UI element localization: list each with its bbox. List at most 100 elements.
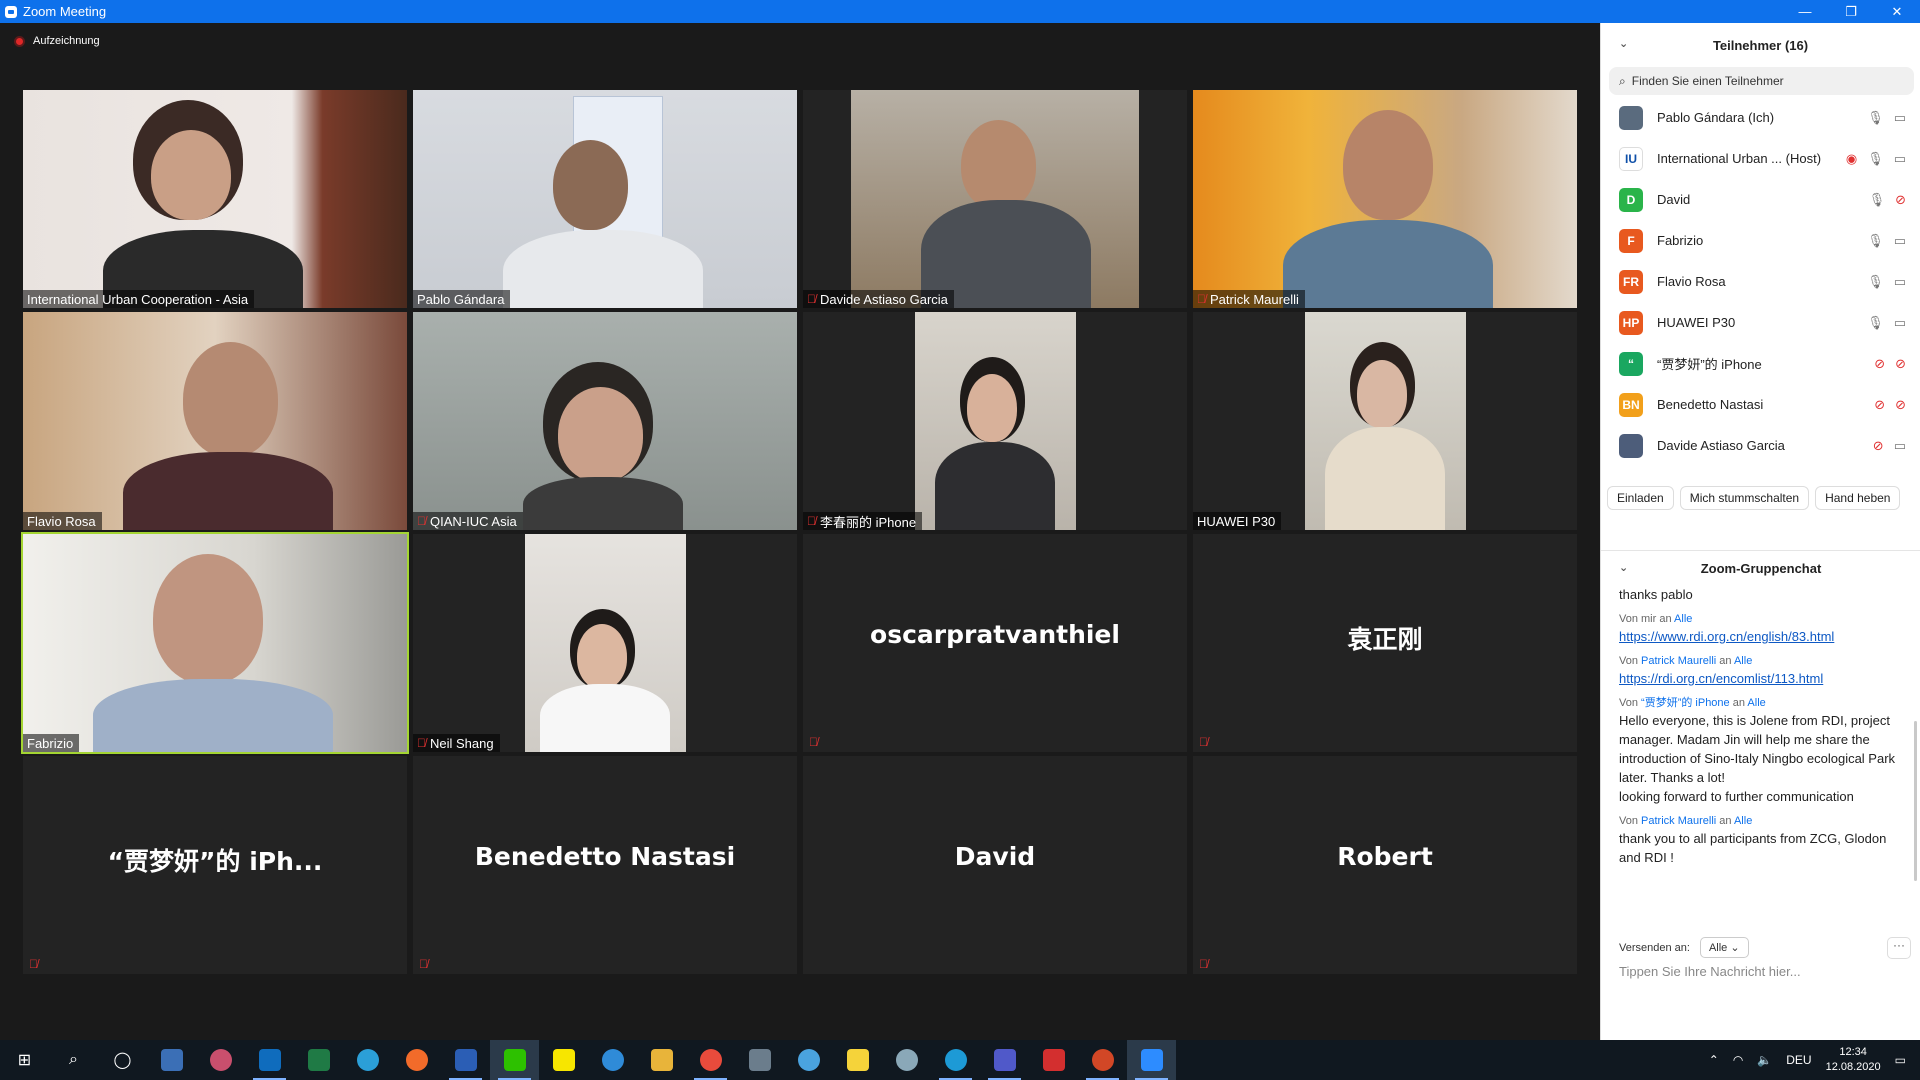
camera-off-icon[interactable]: ⊘ <box>1895 356 1906 372</box>
mic-icon[interactable]: 🎙 <box>1867 110 1884 126</box>
camera-off-icon[interactable]: ⊘ <box>1895 192 1906 208</box>
task-view-icon[interactable]: ◯ <box>98 1040 147 1080</box>
participant-row[interactable]: Davide Astiaso Garcia ⊘ ▭ <box>1601 425 1920 466</box>
video-tile-no-video[interactable]: Robert 🎙̸ <box>1193 756 1577 974</box>
camera-icon[interactable]: ▭ <box>1894 315 1906 331</box>
video-tile-no-video[interactable]: David <box>803 756 1187 974</box>
participant-row[interactable]: “ “贾梦妍”的 iPhone ⊘ ⊘ <box>1601 343 1920 384</box>
participant-row[interactable]: HP HUAWEI P30 🎙 ▭ <box>1601 302 1920 343</box>
video-tile[interactable]: Flavio Rosa <box>23 312 407 530</box>
kakaotalk-icon[interactable] <box>539 1040 588 1080</box>
video-tile[interactable]: Pablo Gándara <box>413 90 797 308</box>
mute-me-button[interactable]: Mich stummschalten <box>1679 486 1810 510</box>
pdf-icon[interactable] <box>1029 1040 1078 1080</box>
chat-scrollbar[interactable] <box>1914 721 1917 881</box>
wechat-icon[interactable] <box>490 1040 539 1080</box>
participant-row[interactable]: IU International Urban ... (Host) ◉ 🎙 ▭ <box>1601 138 1920 179</box>
participant-row[interactable]: Pablo Gándara (Ich) 🎙 ▭ <box>1601 97 1920 138</box>
restore-button[interactable]: ❐ <box>1828 0 1874 23</box>
camera-icon[interactable]: ▭ <box>1894 274 1906 290</box>
mic-icon[interactable]: 🎙 <box>1867 274 1884 290</box>
mic-icon[interactable]: 🎙 <box>1869 192 1886 208</box>
zoom-icon[interactable] <box>1127 1040 1176 1080</box>
send-to-select[interactable]: Alle ⌄ <box>1699 937 1749 958</box>
participant-row[interactable]: FR Flavio Rosa 🎙 ▭ <box>1601 261 1920 302</box>
invite-button[interactable]: Einladen <box>1607 486 1674 510</box>
camera-icon[interactable]: ▭ <box>1894 110 1906 126</box>
volume-icon[interactable]: 🔈 <box>1757 1053 1772 1067</box>
camera-icon[interactable]: ▭ <box>1894 438 1906 454</box>
search-input[interactable]: Finden Sie einen Teilnehmer <box>1632 74 1784 88</box>
close-button[interactable]: ✕ <box>1874 0 1920 23</box>
mic-icon[interactable]: 🎙 <box>1867 233 1884 249</box>
mic-muted-icon[interactable]: ⊘ <box>1874 397 1885 413</box>
video-tile[interactable]: International Urban Cooperation - Asia <box>23 90 407 308</box>
minimize-button[interactable]: — <box>1782 0 1828 23</box>
app-icon[interactable] <box>735 1040 784 1080</box>
video-feed <box>525 534 686 752</box>
app-icon[interactable] <box>882 1040 931 1080</box>
chrome-icon[interactable] <box>686 1040 735 1080</box>
raise-hand-button[interactable]: Hand heben <box>1815 486 1901 510</box>
video-gallery: Aufzeichnung International Urban Coopera… <box>0 23 1600 1040</box>
chat-input[interactable]: Tippen Sie Ihre Nachricht hier... <box>1619 964 1801 979</box>
clock[interactable]: 12:34 12.08.2020 <box>1826 1045 1881 1075</box>
video-tile-no-video[interactable]: “贾梦妍”的 iPh... 🎙̸ <box>23 756 407 974</box>
notifications-icon[interactable]: ▭ <box>1895 1053 1906 1067</box>
teams-icon[interactable] <box>980 1040 1029 1080</box>
app-icon[interactable] <box>196 1040 245 1080</box>
video-tile[interactable]: 🎙̸ Patrick Maurelli <box>1193 90 1577 308</box>
collapse-chevron-icon[interactable]: ⌄ <box>1619 37 1628 50</box>
chevron-up-icon[interactable]: ⌃ <box>1709 1053 1719 1067</box>
network-app-icon[interactable] <box>784 1040 833 1080</box>
collapse-chevron-icon[interactable]: ⌄ <box>1619 561 1628 574</box>
start-icon[interactable]: ⊞ <box>0 1040 49 1080</box>
language-indicator[interactable]: DEU <box>1786 1053 1811 1067</box>
more-options-icon[interactable]: ··· <box>1887 937 1911 959</box>
avatar: F <box>1619 228 1643 253</box>
excel-icon[interactable] <box>294 1040 343 1080</box>
recording-indicator[interactable]: Aufzeichnung <box>14 35 100 47</box>
chat-link[interactable]: https://rdi.org.cn/encomlist/113.html <box>1619 671 1823 686</box>
edge-icon[interactable] <box>343 1040 392 1080</box>
firefox-icon[interactable] <box>392 1040 441 1080</box>
chat-sender: Von Patrick Maurelli an Alle <box>1619 655 1753 667</box>
meeting-app-icon[interactable] <box>588 1040 637 1080</box>
video-tile-no-video[interactable]: 袁正刚 🎙̸ <box>1193 534 1577 752</box>
sticky-notes-icon[interactable] <box>833 1040 882 1080</box>
camera-off-icon[interactable]: ⊘ <box>1895 397 1906 413</box>
video-tile[interactable]: 🎙̸ QIAN-IUC Asia <box>413 312 797 530</box>
participant-display-name: Robert <box>1337 842 1433 871</box>
store-icon[interactable] <box>147 1040 196 1080</box>
chat-sender: Von mir an Alle <box>1619 613 1693 625</box>
mic-muted-icon[interactable]: ⊘ <box>1874 356 1885 372</box>
skype-icon[interactable] <box>931 1040 980 1080</box>
avatar <box>1619 105 1643 130</box>
camera-icon[interactable]: ▭ <box>1894 151 1906 167</box>
chat-link[interactable]: https://www.rdi.org.cn/english/83.html <box>1619 629 1834 644</box>
send-to: Versenden an: Alle ⌄ <box>1619 937 1749 958</box>
video-tile[interactable]: 🎙̸ Neil Shang <box>413 534 797 752</box>
search-icon[interactable]: ⌕ <box>49 1040 98 1080</box>
video-tile-no-video[interactable]: oscarpratvanthiel 🎙̸ <box>803 534 1187 752</box>
word-icon[interactable] <box>441 1040 490 1080</box>
wifi-icon[interactable]: ◠ <box>1733 1053 1743 1067</box>
muted-mic-icon: 🎙̸ <box>417 514 426 528</box>
participant-row[interactable]: F Fabrizio 🎙 ▭ <box>1601 220 1920 261</box>
participant-search[interactable]: ⌕ Finden Sie einen Teilnehmer <box>1609 67 1914 95</box>
video-tile-active-speaker[interactable]: Fabrizio <box>21 532 409 754</box>
video-feed <box>1193 90 1577 308</box>
mic-muted-icon[interactable]: ⊘ <box>1873 438 1884 454</box>
mic-icon[interactable]: 🎙 <box>1867 315 1884 331</box>
participant-row[interactable]: BN Benedetto Nastasi ⊘ ⊘ <box>1601 384 1920 425</box>
participant-row[interactable]: D David 🎙 ⊘ <box>1601 179 1920 220</box>
video-tile[interactable]: 🎙̸ Davide Astiaso Garcia <box>803 90 1187 308</box>
mic-icon[interactable]: 🎙 <box>1867 151 1884 167</box>
file-explorer-icon[interactable] <box>637 1040 686 1080</box>
video-tile[interactable]: HUAWEI P30 <box>1193 312 1577 530</box>
camera-icon[interactable]: ▭ <box>1894 233 1906 249</box>
video-tile[interactable]: 🎙̸ 李春丽的 iPhone <box>803 312 1187 530</box>
video-tile-no-video[interactable]: Benedetto Nastasi 🎙̸ <box>413 756 797 974</box>
powerpoint-icon[interactable] <box>1078 1040 1127 1080</box>
outlook-icon[interactable] <box>245 1040 294 1080</box>
